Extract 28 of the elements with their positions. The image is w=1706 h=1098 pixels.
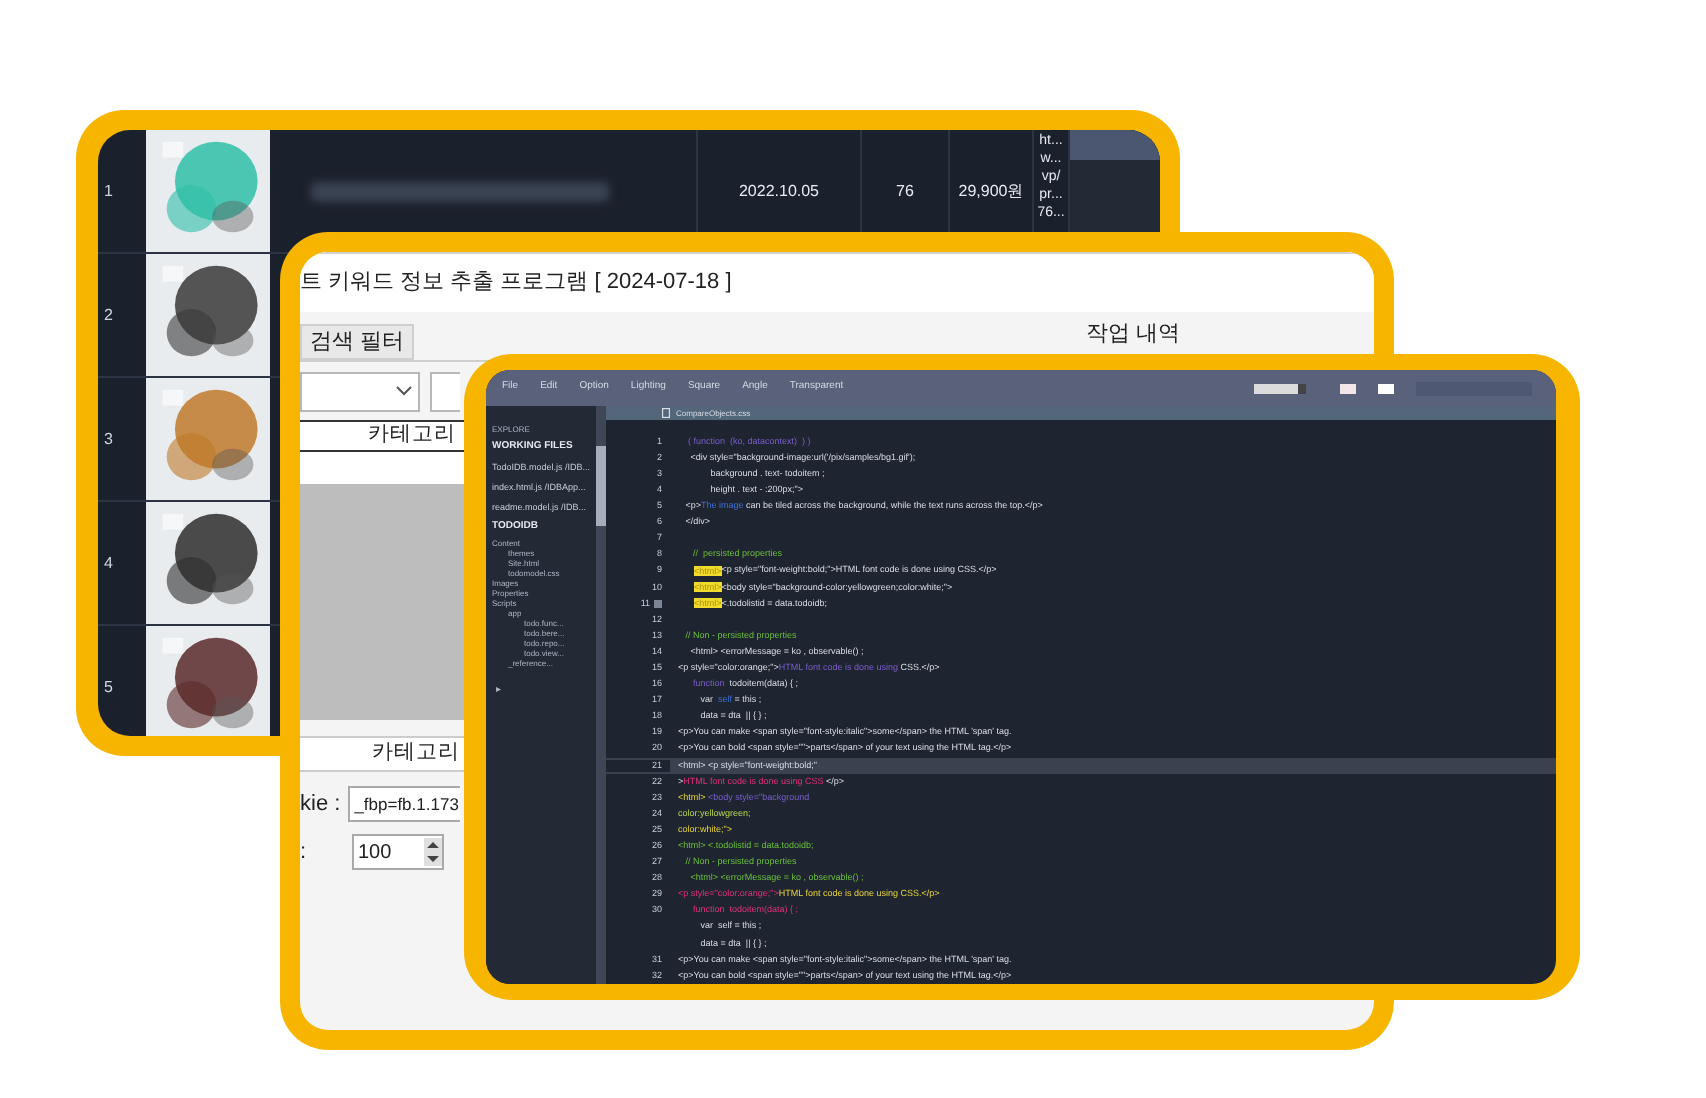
row-number: 3 [104,427,113,451]
row-number: 4 [104,551,113,575]
input-field[interactable] [430,371,460,411]
spinner-arrows-icon [424,838,442,866]
scrollbar-thumb[interactable] [596,446,606,526]
category-header: 카테고리 [300,420,464,452]
price-cell: 29,900원 [958,179,1024,203]
chevron-down-icon [396,386,412,396]
category-dropdown[interactable] [300,371,420,411]
count-spinner[interactable]: 100 [352,834,444,870]
breakpoint-marker[interactable] [654,599,662,608]
row-number: 1 [104,179,113,203]
row-number: 5 [104,675,113,699]
cookie-label: kie : [300,789,341,820]
count-label: : [300,837,309,868]
count-cell: 76 [896,179,914,203]
scrollbar[interactable] [1070,130,1160,160]
zoom-slider[interactable] [1254,383,1306,393]
cookie-field[interactable]: _fbp=fb.1.173 [348,786,461,822]
row-number: 2 [104,303,113,327]
checkbox-icon [1378,383,1394,393]
window-title: 트 키워드 정보 추출 프로그램 [ 2024-07-18 ] [300,268,732,299]
checkbox-icon [1340,383,1356,393]
filter-tab[interactable]: 검색 필터 [300,323,415,360]
file-icon [662,408,670,418]
category-footer: 카테고리 [300,736,464,772]
panel-title: 작업 내역 [1086,320,1183,350]
date-cell: 2022.10.05 [738,179,820,203]
